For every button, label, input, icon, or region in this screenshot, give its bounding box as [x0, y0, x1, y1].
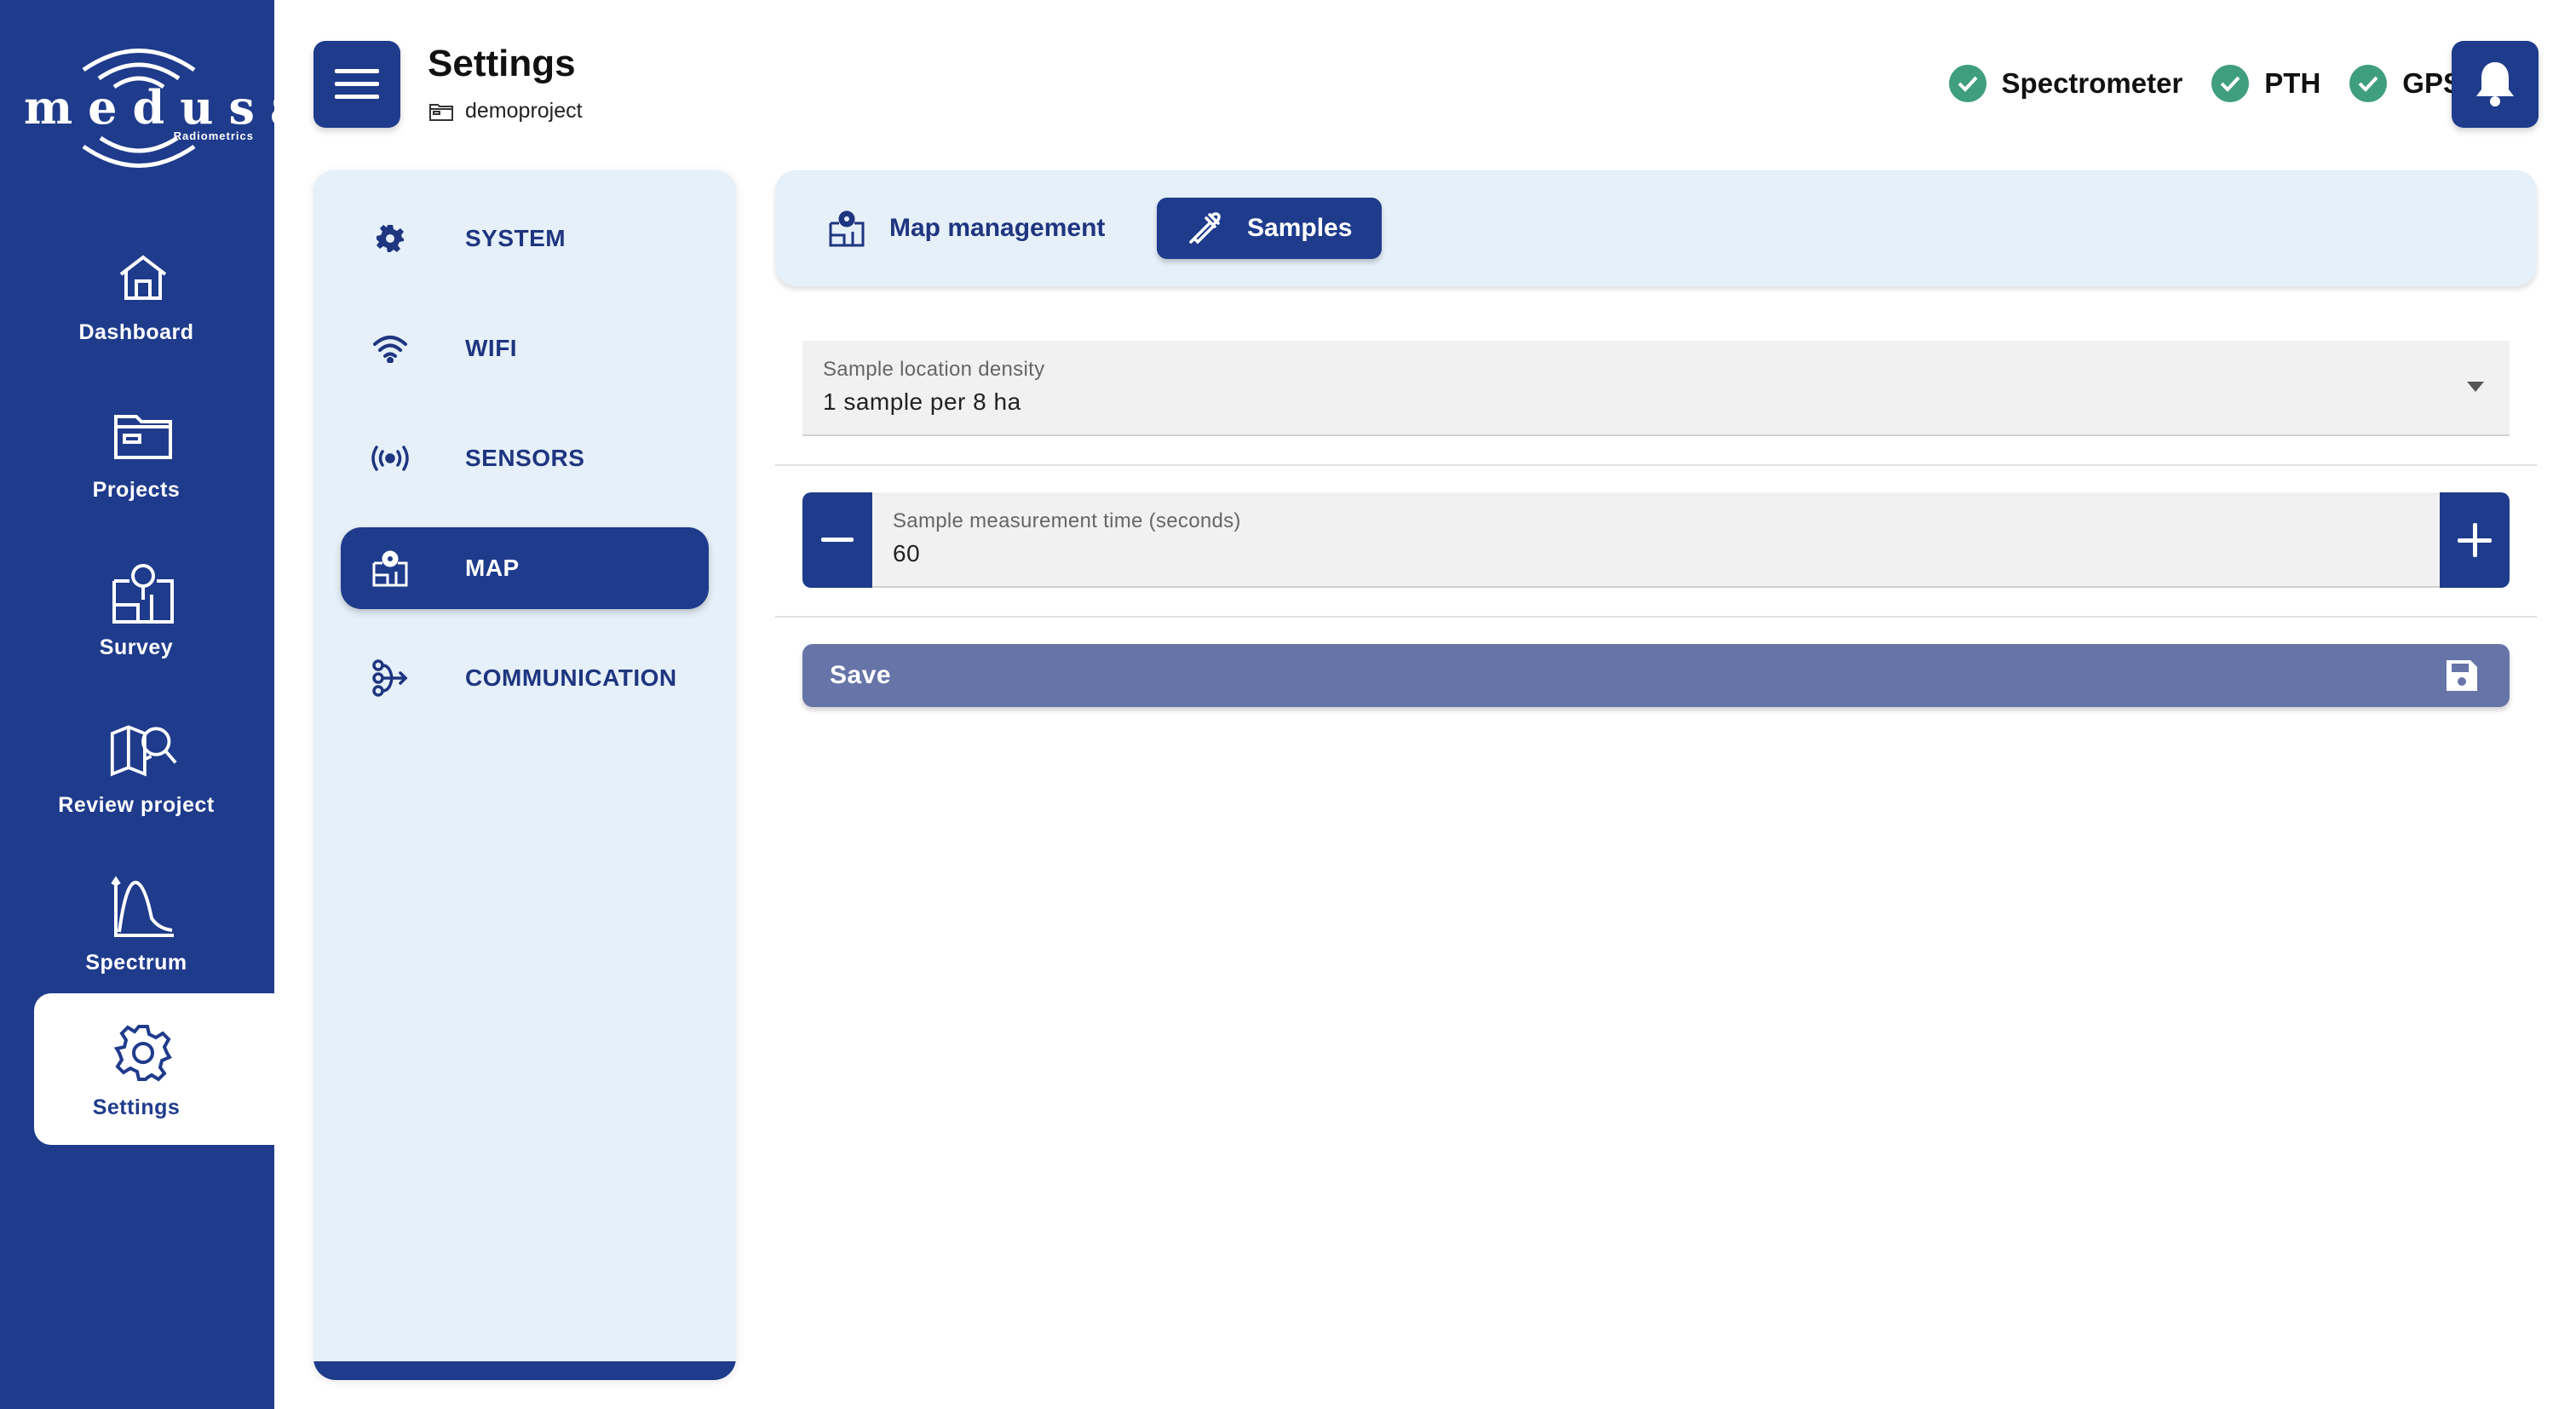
minus-icon: [821, 538, 854, 542]
category-map[interactable]: MAP: [341, 527, 709, 609]
nav-item-projects[interactable]: Projects: [34, 376, 274, 527]
brand-tagline: Radiometrics: [173, 129, 254, 142]
status-spectrometer: Spectrometer: [1948, 65, 2183, 102]
broadcast-icon: [366, 434, 414, 482]
category-label: MAP: [465, 555, 520, 581]
gear-icon: [366, 215, 414, 262]
field-label: Sample location density: [823, 358, 1045, 381]
divider: [775, 464, 2537, 466]
floppy-disk-icon: [2447, 660, 2477, 691]
divider: [775, 616, 2537, 618]
nav-label: Spectrum: [85, 951, 187, 975]
wifi-icon: [366, 325, 414, 372]
nav-label: Settings: [92, 1096, 181, 1119]
category-label: SYSTEM: [465, 225, 566, 251]
tab-label: Map management: [889, 214, 1106, 242]
nav-label: Projects: [92, 478, 181, 502]
nav-label: Survey: [99, 635, 174, 659]
map-search-icon: [109, 716, 177, 785]
tab-samples[interactable]: Samples: [1157, 198, 1382, 259]
check-circle-icon: [2211, 65, 2250, 102]
nav-item-dashboard[interactable]: Dashboard: [34, 218, 274, 370]
settings-category-panel: SYSTEM WIFI SENSORS MAP COMMUNICATION: [313, 170, 736, 1380]
nav-item-settings[interactable]: Settings: [34, 993, 274, 1145]
status-gps: GPS: [2349, 65, 2462, 102]
device-status: Spectrometer PTH GPS: [1948, 65, 2462, 102]
eyedropper-icon: [1182, 206, 1227, 250]
tab-map-management[interactable]: Map management: [825, 198, 1122, 259]
sample-density-select[interactable]: Sample location density 1 sample per 8 h…: [802, 341, 2510, 436]
brand-logo: medusa Radiometrics: [24, 36, 315, 181]
category-label: WIFI: [465, 335, 518, 361]
folder-icon: [429, 103, 453, 121]
home-icon: [109, 244, 177, 312]
increment-button[interactable]: [2440, 492, 2510, 588]
decrement-button[interactable]: [802, 492, 872, 588]
save-button[interactable]: Save: [802, 644, 2510, 707]
nav-label: Dashboard: [78, 320, 194, 344]
map-icon: [825, 206, 869, 250]
check-circle-icon: [1948, 65, 1987, 102]
hamburger-icon: [335, 69, 379, 99]
field-value: 1 sample per 8 ha: [823, 388, 1021, 415]
panel-bottom-bar: [313, 1361, 736, 1380]
spectrum-chart-icon: [109, 874, 177, 942]
plus-icon: [2458, 523, 2492, 557]
project-name: demoproject: [465, 99, 583, 123]
nav-label: Review project: [58, 793, 215, 817]
category-sensors[interactable]: SENSORS: [341, 417, 709, 499]
category-system[interactable]: SYSTEM: [341, 198, 709, 279]
nav-item-survey[interactable]: Survey: [34, 533, 274, 685]
folder-icon: [109, 401, 177, 469]
map-settings-tabs: Map management Samples: [775, 170, 2537, 286]
gear-icon: [109, 1019, 177, 1087]
nav-rail: medusa Radiometrics Dashboard Projects S…: [0, 0, 315, 1409]
bell-icon: [2476, 62, 2514, 106]
tab-label: Samples: [1247, 214, 1353, 242]
page-title: Settings: [428, 43, 576, 84]
nav-item-review-project[interactable]: Review project: [34, 691, 274, 843]
check-circle-icon: [2349, 65, 2388, 102]
brand-name: medusa: [24, 80, 315, 135]
status-label: Spectrometer: [2001, 67, 2183, 99]
status-pth: PTH: [2211, 65, 2320, 102]
notifications-button[interactable]: [2452, 41, 2539, 128]
chevron-down-icon: [2467, 382, 2484, 392]
map-icon: [366, 544, 414, 592]
category-communication[interactable]: COMMUNICATION: [341, 637, 709, 719]
category-wifi[interactable]: WIFI: [341, 308, 709, 389]
category-label: SENSORS: [465, 445, 585, 471]
category-label: COMMUNICATION: [465, 664, 677, 691]
status-label: PTH: [2264, 67, 2321, 99]
measurement-time-input[interactable]: Sample measurement time (seconds) 60: [872, 492, 2440, 588]
map-pin-icon: [109, 559, 177, 627]
field-label: Sample measurement time (seconds): [893, 509, 1241, 532]
share-icon: [366, 654, 414, 702]
field-value: 60: [893, 540, 921, 566]
save-label: Save: [830, 661, 892, 689]
current-project: demoproject: [429, 99, 583, 124]
nav-item-spectrum[interactable]: Spectrum: [34, 848, 274, 1000]
menu-button[interactable]: [313, 41, 400, 128]
